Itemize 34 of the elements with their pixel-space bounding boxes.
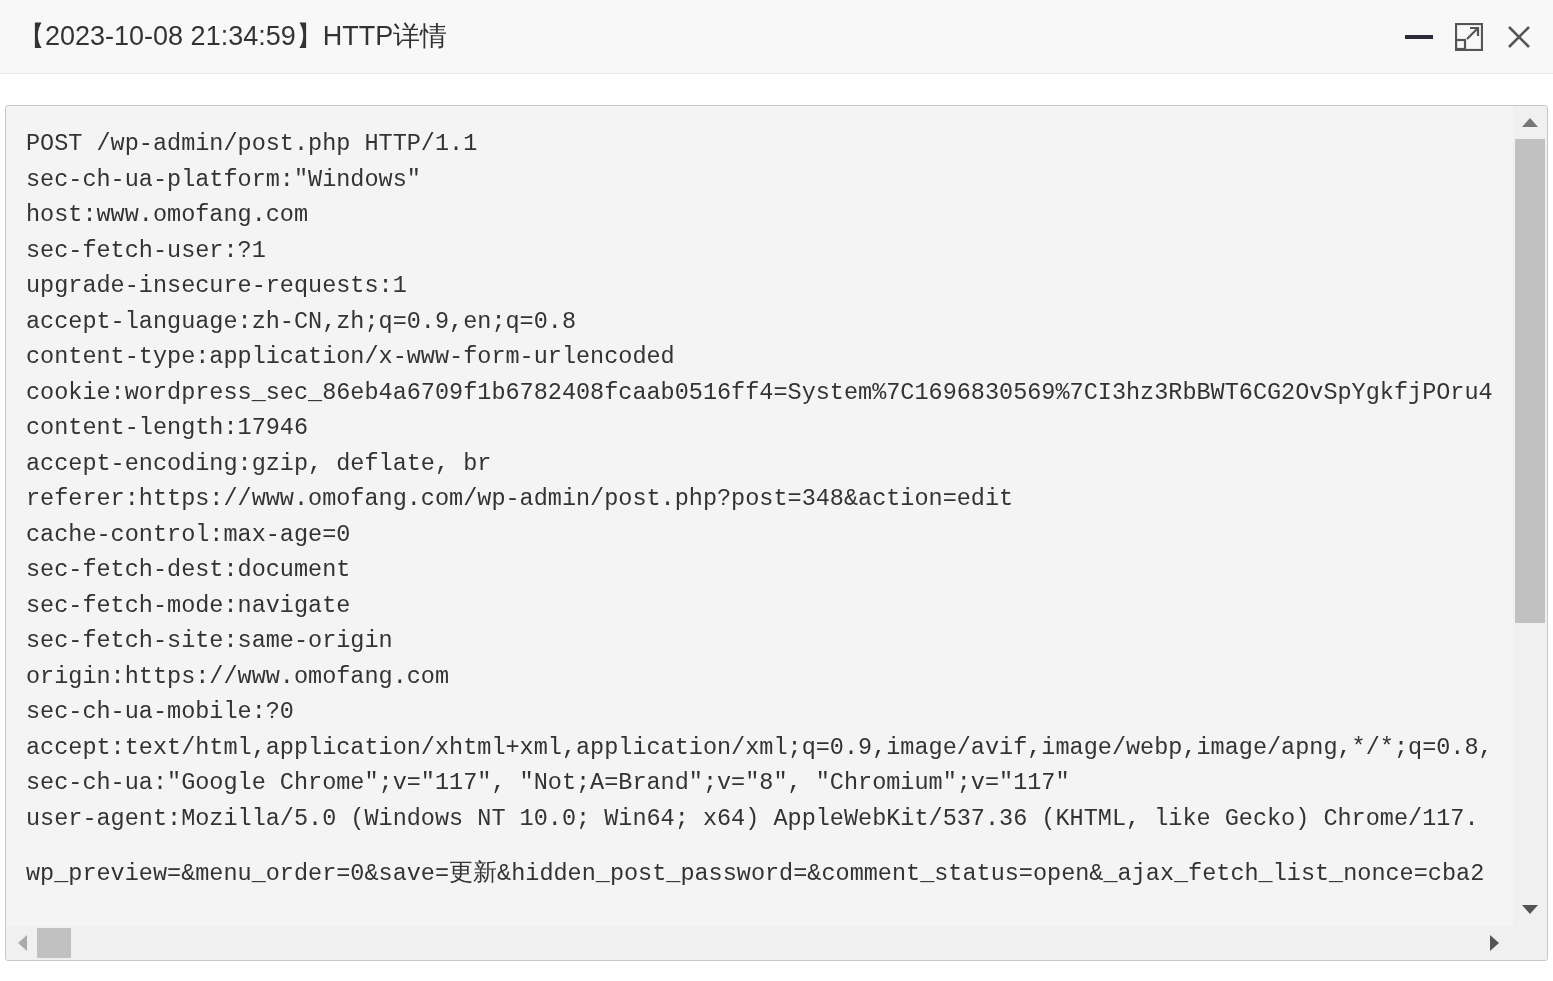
header-line: accept:text/html,application/xhtml+xml,application/xml;q=0.9,image/avif,image/webp,image/apng,*/*;q=0.8, (26, 732, 1494, 763)
header-line: sec-ch-ua-platform:"Windows" (26, 164, 422, 195)
header-line: origin:https://www.omofang.com (26, 661, 451, 692)
header-line: accept-encoding:gzip, deflate, br (26, 448, 493, 479)
header-line: sec-fetch-mode:navigate (26, 590, 352, 621)
scroll-down-icon (1522, 905, 1538, 914)
vertical-scrollbar[interactable] (1513, 106, 1547, 926)
header-line: POST /wp-admin/post.php HTTP/1.1 (26, 129, 479, 159)
header-line: upgrade-insecure-requests:1 (26, 271, 408, 301)
header-line: sec-ch-ua-mobile:?0 (26, 697, 295, 727)
header-line: cache-control:max-age=0 (26, 519, 352, 550)
header-line: sec-ch-ua:"Google Chrome";v="117", "Not;A=Brand";v="8", "Chromium";v="117" (26, 768, 1071, 798)
header-line: content-type:application/x-www-form-urlencoded (26, 342, 676, 372)
scrollbar-thumb[interactable] (1515, 139, 1545, 623)
scroll-left-icon (18, 935, 27, 951)
maximize-icon (1455, 22, 1483, 51)
scroll-right-icon (1490, 935, 1499, 951)
minimize-icon (1405, 34, 1433, 39)
header-line: accept-language:zh-CN,zh;q=0.9,en;q=0.8 (26, 306, 577, 337)
horizontal-scrollbar[interactable] (6, 926, 1547, 960)
body-line: wp_preview=&menu_order=0&save=更新&hidden_post_password=&comment_status=open&_ajax_fetch_list_nonce=cba2 (26, 859, 1486, 889)
close-icon (1507, 24, 1531, 49)
scroll-up-icon (1522, 118, 1538, 127)
header-line: content-length:17946 (26, 413, 310, 443)
header-line: sec-fetch-dest:document (26, 555, 352, 585)
header-line: sec-fetch-user:?1 (26, 235, 267, 266)
header-line: sec-fetch-site:same-origin (26, 626, 394, 656)
header-line: referer:https://www.omofang.com/wp-admin/post.php?post=348&action=edit (26, 484, 1015, 514)
window-title: 【2023-10-08 21:34:59】HTTP详情 (18, 20, 449, 54)
header-line: host:www.omofang.com (26, 200, 310, 230)
scrollbar-thumb[interactable] (37, 928, 71, 958)
header-line: cookie:wordpress_sec_86eb4a6709f1b6782408fcaab0516ff4=System%7C1696830569%7CI3hz3RbBWT6CG2OvSpYgkfjPOru4 (26, 377, 1494, 408)
header-line: user-agent:Mozilla/5.0 (Windows NT 10.0; Win64; x64) AppleWebKit/537.36 (KHTML, like Gecko) Chrome/117. (26, 803, 1480, 834)
request-text-area[interactable] (5, 105, 1548, 961)
